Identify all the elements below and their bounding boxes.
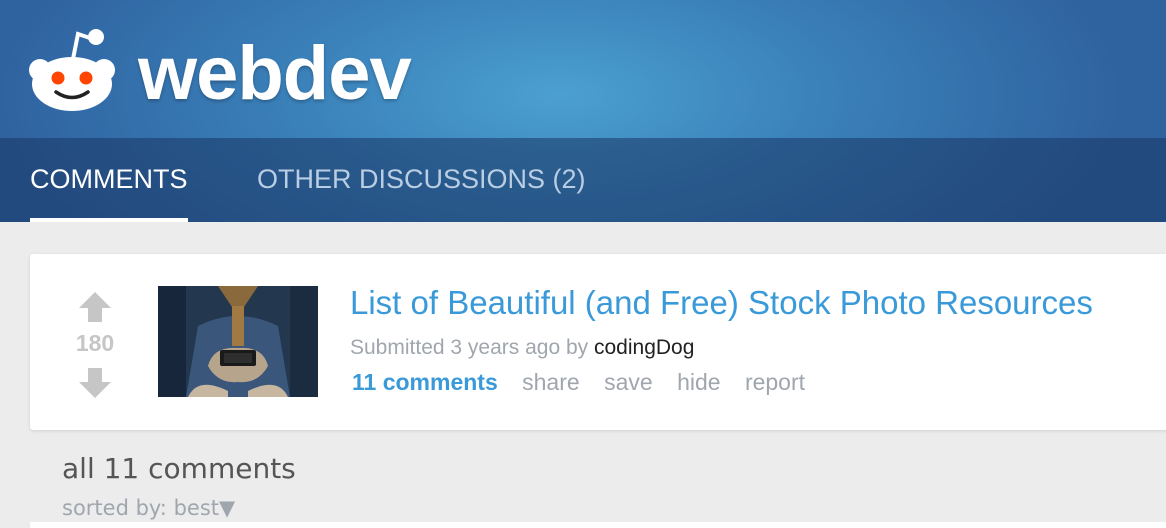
tab-other-discussions[interactable]: OTHER DISCUSSIONS (2) (257, 138, 586, 222)
sort-selector: sorted by: best▼ (62, 496, 235, 520)
save-button[interactable]: save (604, 369, 653, 395)
post-title-link[interactable]: List of Beautiful (and Free) Stock Photo… (350, 284, 1093, 322)
post-tagline: Submitted 3 years ago by codingDog (350, 336, 694, 360)
report-button[interactable]: report (745, 369, 805, 395)
upvote-arrow-icon[interactable] (78, 290, 112, 324)
hide-button[interactable]: hide (677, 369, 720, 395)
vote-widget: 180 (70, 290, 120, 400)
post-card: 180 List of Beautiful (and Free) Stock P… (30, 254, 1166, 430)
sort-dropdown[interactable]: best▼ (174, 496, 236, 520)
post-actions: 11 comments share save hide report (352, 369, 823, 396)
subreddit-name[interactable]: webdev (138, 28, 412, 120)
tab-other-discussions-label: OTHER DISCUSSIONS (2) (257, 164, 586, 194)
downvote-arrow-icon[interactable] (78, 366, 112, 400)
sort-label: sorted by: (62, 496, 167, 520)
tab-comments[interactable]: COMMENTS (30, 138, 188, 222)
author-link[interactable]: codingDog (594, 336, 694, 359)
active-tab-indicator (30, 218, 188, 222)
share-button[interactable]: share (522, 369, 580, 395)
post-score: 180 (75, 330, 115, 356)
comments-heading: all 11 comments (62, 452, 296, 485)
tab-bar: COMMENTS OTHER DISCUSSIONS (2) (0, 138, 1166, 222)
submitted-text: Submitted 3 years ago by (350, 336, 589, 359)
comments-link[interactable]: 11 comments (352, 369, 498, 395)
tab-comments-label: COMMENTS (30, 164, 188, 194)
reddit-alien-icon[interactable] (26, 26, 118, 112)
post-thumbnail[interactable] (158, 286, 318, 397)
subreddit-header: webdev COMMENTS OTHER DISCUSSIONS (2) (0, 0, 1166, 222)
comment-area (30, 522, 1166, 528)
